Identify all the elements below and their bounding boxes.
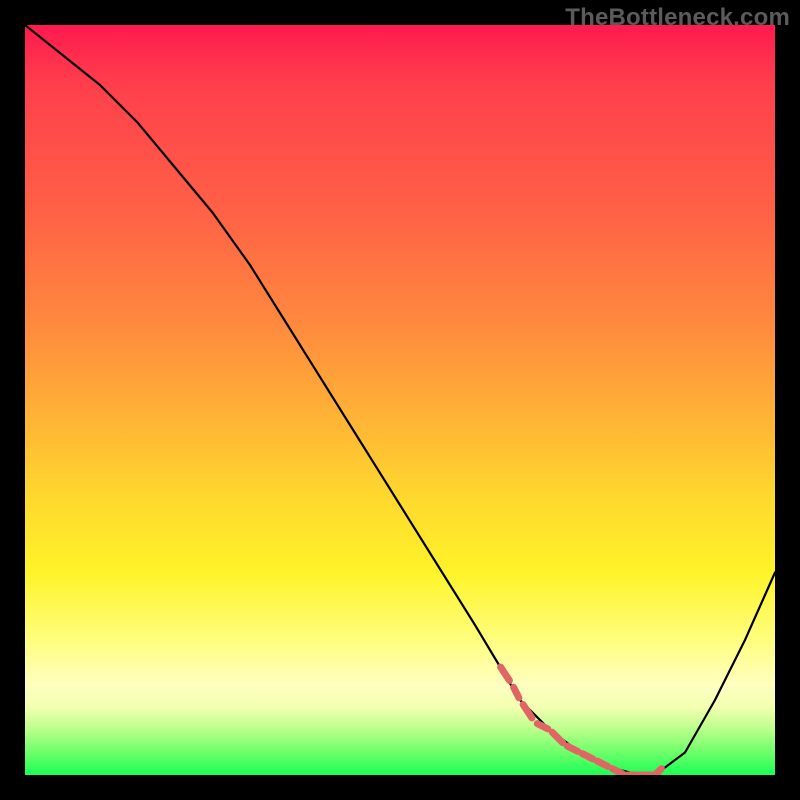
notch-segment: [597, 761, 608, 766]
notch-segment: [514, 687, 519, 698]
notch-segment: [567, 746, 578, 751]
notch-segment: [523, 705, 532, 718]
notch-segment: [552, 732, 563, 743]
plot-area: [25, 25, 775, 775]
notch-segment: [612, 769, 623, 774]
notch-segment: [656, 769, 661, 774]
chart-svg: [25, 25, 775, 775]
notch-markers: [501, 667, 662, 775]
notch-segment: [501, 667, 510, 680]
notch-segment: [582, 754, 593, 759]
chart-frame: TheBottleneck.com: [0, 0, 800, 800]
notch-segment: [537, 724, 548, 729]
watermark-text: TheBottleneck.com: [565, 4, 790, 32]
bottleneck-curve: [25, 25, 775, 775]
